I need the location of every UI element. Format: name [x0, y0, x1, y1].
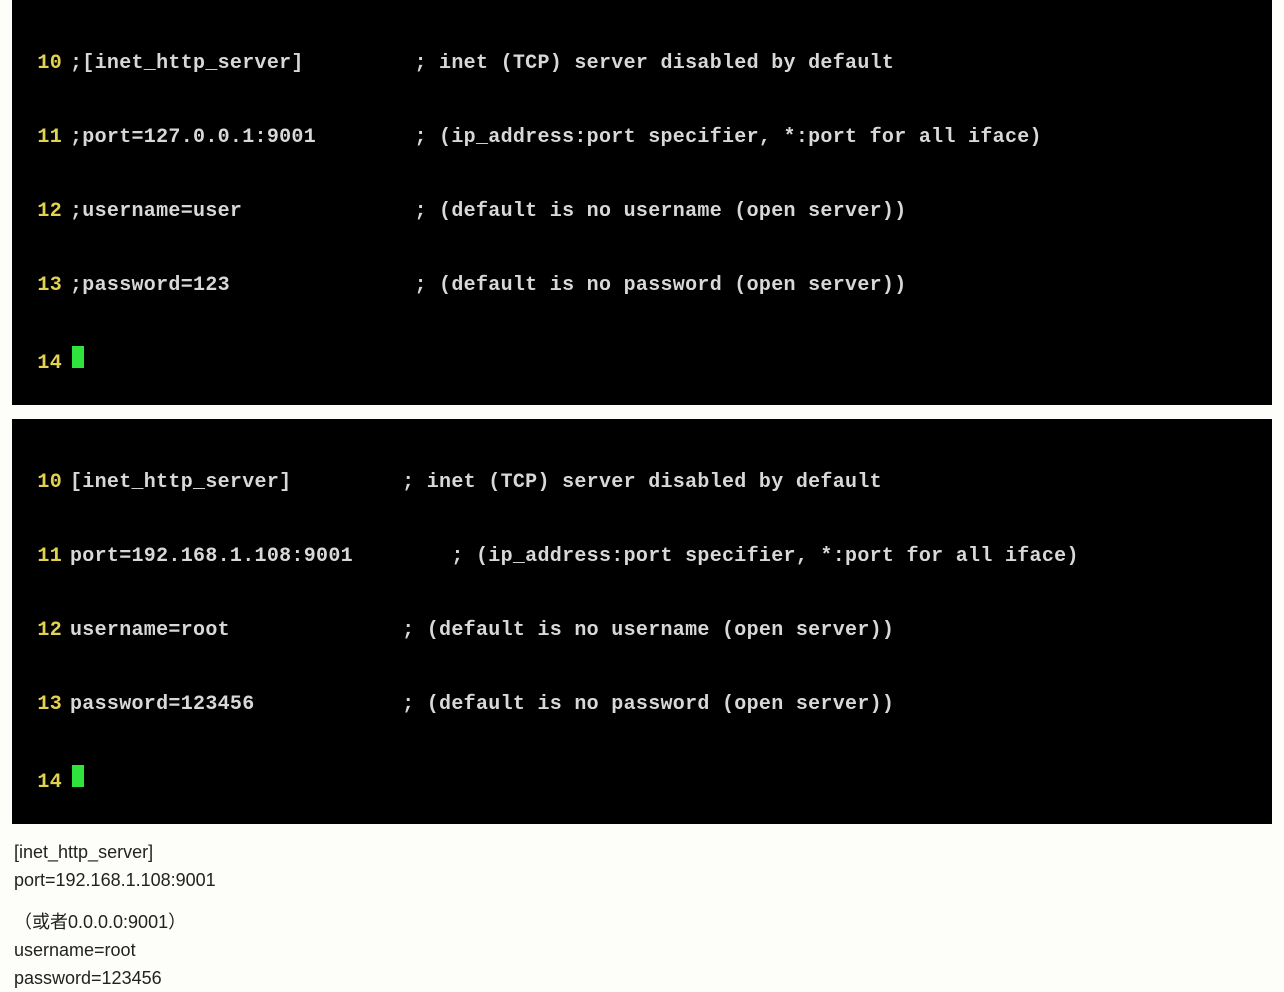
code-line: 12 ;username=user ; (default is no usern… — [12, 198, 1272, 226]
line-number: 10 — [12, 469, 70, 497]
line-number: 12 — [12, 617, 70, 645]
code-text: [inet_http_server] ; inet (TCP) server d… — [70, 469, 882, 497]
code-text: ;[inet_http_server] ; inet (TCP) server … — [70, 50, 894, 78]
terminal-block-2: 10 [inet_http_server] ; inet (TCP) serve… — [12, 419, 1272, 824]
code-text: password=123456 ; (default is no passwor… — [70, 691, 894, 719]
code-line: 10 ;[inet_http_server] ; inet (TCP) serv… — [12, 50, 1272, 78]
document-notes: [inet_http_server] port=192.168.1.108:90… — [14, 838, 1270, 992]
code-text: ;password=123 ; (default is no password … — [70, 272, 907, 300]
code-text: username=root ; (default is no username … — [70, 617, 894, 645]
terminal-block-1: 10 ;[inet_http_server] ; inet (TCP) serv… — [12, 0, 1272, 405]
line-number: 13 — [12, 272, 70, 300]
cursor-icon — [72, 765, 84, 787]
line-number: 13 — [12, 691, 70, 719]
code-line: 13 ;password=123 ; (default is no passwo… — [12, 272, 1272, 300]
code-line: 14 — [12, 346, 1272, 378]
line-number: 12 — [12, 198, 70, 226]
line-number: 10 — [12, 50, 70, 78]
code-line: 10 [inet_http_server] ; inet (TCP) serve… — [12, 469, 1272, 497]
code-line: 11 ;port=127.0.0.1:9001 ; (ip_address:po… — [12, 124, 1272, 152]
code-line: 11 port=192.168.1.108:9001 ; (ip_address… — [12, 543, 1272, 571]
code-text: ;username=user ; (default is no username… — [70, 198, 907, 226]
line-number: 11 — [12, 124, 70, 152]
note-line: password=123456 — [14, 964, 1270, 992]
line-number: 14 — [12, 769, 70, 797]
line-number: 14 — [12, 350, 70, 378]
note-line: （或者0.0.0.0:9001） — [14, 908, 1270, 936]
code-text: port=192.168.1.108:9001 ; (ip_address:po… — [70, 543, 1079, 571]
note-line: [inet_http_server] — [14, 838, 1270, 866]
line-number: 11 — [12, 543, 70, 571]
code-line: 14 — [12, 765, 1272, 797]
note-line: port=192.168.1.108:9001 — [14, 866, 1270, 894]
code-line: 13 password=123456 ; (default is no pass… — [12, 691, 1272, 719]
note-line: username=root — [14, 936, 1270, 964]
code-text: ;port=127.0.0.1:9001 ; (ip_address:port … — [70, 124, 1042, 152]
code-line: 12 username=root ; (default is no userna… — [12, 617, 1272, 645]
cursor-icon — [72, 346, 84, 368]
